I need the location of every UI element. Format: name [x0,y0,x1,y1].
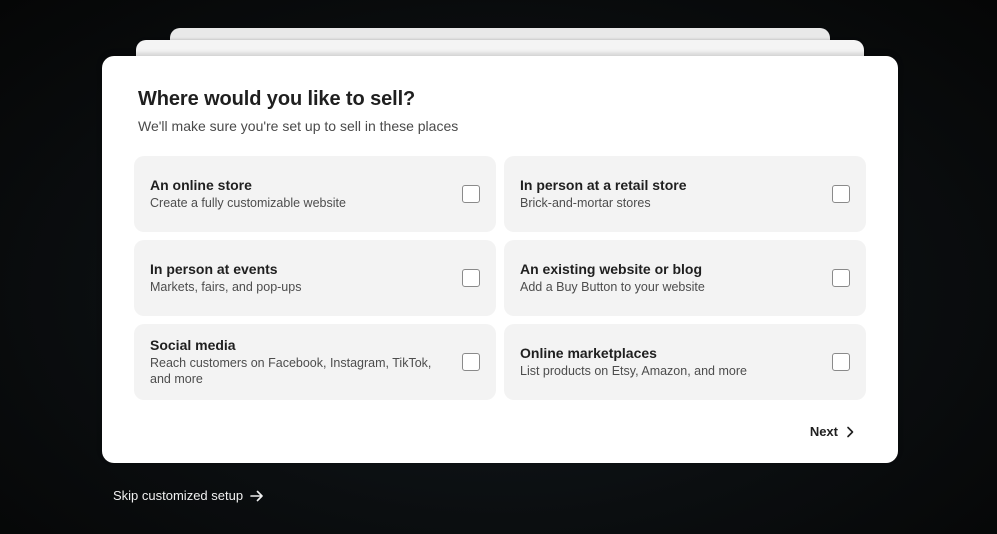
option-checkbox[interactable] [462,269,480,287]
option-title: Social media [150,337,236,353]
option-checkbox[interactable] [832,269,850,287]
skip-setup-label: Skip customized setup [113,488,244,503]
chevron-right-icon [846,426,854,438]
option-existing-website[interactable]: An existing website or blog Add a Buy Bu… [504,240,866,316]
dialog-subtitle: We'll make sure you're set up to sell in… [138,118,459,134]
dialog-title: Where would you like to sell? [138,88,416,110]
options-grid: An online store Create a fully customiza… [134,156,866,400]
option-description: Brick-and-mortar stores [520,196,651,210]
option-title: Online marketplaces [520,345,657,361]
sell-channels-dialog: Where would you like to sell? We'll make… [102,56,898,463]
option-description: List products on Etsy, Amazon, and more [520,364,747,378]
option-title: An online store [150,177,252,193]
option-description: Reach customers on Facebook, Instagram, … [150,356,432,386]
option-retail-store[interactable]: In person at a retail store Brick-and-mo… [504,156,866,232]
option-title: In person at events [150,261,278,277]
option-description: Add a Buy Button to your website [520,280,705,294]
next-button[interactable]: Next [810,424,854,439]
option-social-media[interactable]: Social media Reach customers on Facebook… [134,324,496,400]
option-online-marketplaces[interactable]: Online marketplaces List products on Ets… [504,324,866,400]
option-events[interactable]: In person at events Markets, fairs, and … [134,240,496,316]
option-title: An existing website or blog [520,261,703,277]
option-checkbox[interactable] [462,185,480,203]
next-button-label: Next [809,424,838,439]
option-description: Markets, fairs, and pop-ups [150,280,302,294]
option-description: Create a fully customizable website [150,196,346,210]
option-checkbox[interactable] [832,185,850,203]
option-online-store[interactable]: An online store Create a fully customiza… [134,156,496,232]
option-title: In person at a retail store [520,177,687,193]
arrow-right-icon [250,490,264,502]
option-checkbox[interactable] [462,353,480,371]
option-checkbox[interactable] [832,353,850,371]
skip-setup-link[interactable]: Skip customized setup [113,488,264,503]
